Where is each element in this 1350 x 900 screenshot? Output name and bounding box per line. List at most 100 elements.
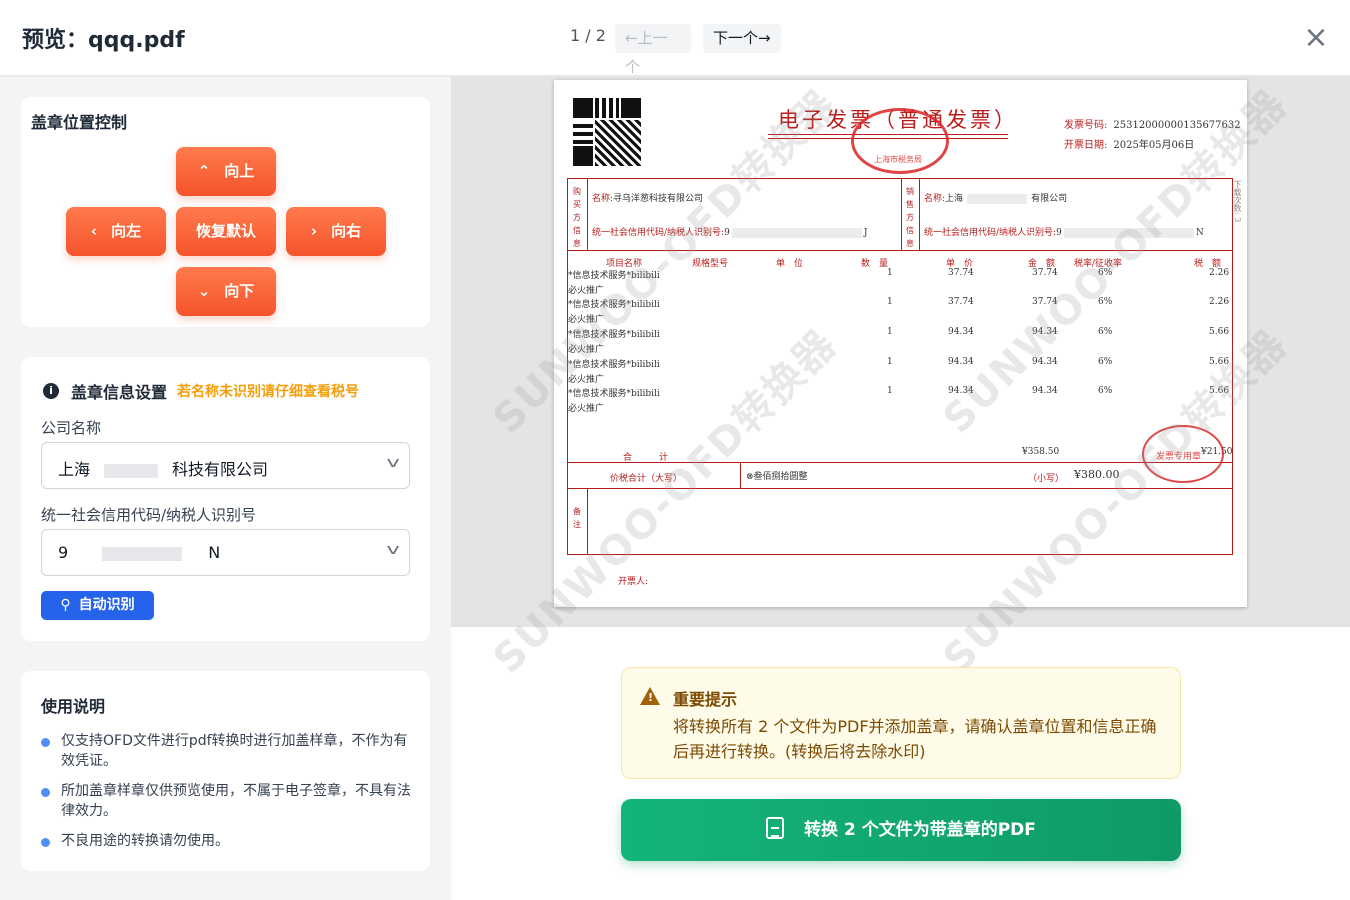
item-tax: 5.66 [1209,386,1230,396]
divider [568,462,1232,463]
remark-label: 备注 [573,507,581,529]
buyer-tax-id: 统一社会信用代码/纳税人识别号:9 J [592,225,867,238]
invoice-table: 购买方信息 名称:寻乌洋葱科技有限公司 统一社会信用代码/纳税人识别号:9 J 销… [567,178,1233,555]
tax-id-suffix: N [208,543,221,562]
usage-title: 使用说明 [41,697,106,716]
item-rate: 6% [1098,357,1113,367]
move-right-button[interactable]: › 向右 [286,207,386,256]
stamp-info-hint: 若名称未识别请仔细查看税号 [177,384,360,400]
redacted-block [967,193,1028,204]
tax-id-label: 统一社会信用代码/纳税人识别号 [41,506,257,524]
prev-button[interactable]: ←上一个 [615,24,691,76]
item-rate: 6% [1098,297,1113,307]
item-qty: 1 [887,357,893,367]
item-tax: 5.66 [1209,327,1230,337]
item-rate: 6% [1098,327,1113,337]
small-value-text: ¥380.00 [1074,468,1120,481]
company-name-prefix: 上海 [58,460,91,479]
auto-detect-label: 自动识别 [78,597,135,613]
item-row: *信息技术服务*bilibili 必火推广 [568,327,660,355]
small-value: ¥380.00 [1074,468,1120,481]
item-rate: 6% [1098,268,1113,278]
auto-detect-button[interactable]: ⚲ 自动识别 [41,591,154,620]
item-qty: 1 [887,297,893,307]
buyer-name-label: 名称: [592,194,614,204]
item-row: *信息技术服务*bilibili 必火推广 [568,357,660,385]
seller-name-start: 上海 [945,194,964,204]
convert-button[interactable]: 转换 2 个文件为带盖章的PDF [621,799,1181,861]
redacted-block [102,546,183,561]
move-up-button[interactable]: ⌃ 向上 [176,147,276,196]
seller-tax-id: 统一社会信用代码/纳税人识别号:9 N [924,225,1204,238]
seller-name-end: 有限公司 [1031,194,1068,204]
tax-id-prefix: 9 [58,543,69,562]
close-icon[interactable]: × [1302,23,1330,53]
seller-side-label: 销售方信息 [906,187,914,248]
item-price: 37.74 [948,268,974,278]
sum-label: 价税合计（大写） [610,474,683,484]
invoice-date-label: 开票日期: [1064,140,1108,151]
tax-id-select[interactable]: 9N v [41,529,410,576]
item-name-line2: 必火推广 [568,286,605,296]
reset-position-button[interactable]: 恢复默认 [176,207,276,256]
move-right-label: 向右 [331,222,362,240]
redacted-block [731,227,862,238]
chevron-right-icon: › [310,222,318,240]
item-name-line2: 必火推广 [568,375,605,385]
item-tax: 2.26 [1209,297,1230,307]
move-down-button[interactable]: ⌄ 向下 [176,267,276,316]
item-qty: 1 [887,386,893,396]
invoice-number-value: 25312000000135677632 [1113,120,1241,131]
item-name: *信息技术服务*bilibili [568,389,660,399]
col-spec: 规格型号 [692,259,729,269]
info-icon: i [43,383,59,399]
company-name-select[interactable]: 上海 科技有限公司 v [41,442,410,489]
item-amount: 37.74 [1032,268,1058,278]
company-name-suffix: 科技有限公司 [172,460,269,479]
dialog-title: 预览：qqq.pdf [22,28,185,53]
next-button[interactable]: 下一个→ [703,24,781,53]
search-icon: ⚲ [60,597,71,613]
item-rate: 6% [1098,386,1113,396]
important-notice: ! 重要提示 将转换所有 2 个文件为PDF并添加盖章，请确认盖章位置和信息正确… [621,667,1181,779]
item-name: *信息技术服务*bilibili [568,360,660,370]
buyer-side-label: 购买方信息 [573,187,581,248]
drawer-label: 开票人: [618,577,649,587]
reset-label: 恢复默认 [195,222,256,240]
move-up-label: 向上 [224,162,255,180]
item-price: 94.34 [948,357,974,367]
total-amount-value: ¥358.50 [1022,447,1060,457]
stamp-info-title: 盖章信息设置 [71,383,168,402]
redacted-block [1063,227,1194,238]
move-left-button[interactable]: ‹ 向左 [66,207,166,256]
item-price: 94.34 [948,327,974,337]
divider [740,462,741,488]
invoice-date-value: 2025年05月06日 [1113,140,1195,151]
item-qty: 1 [887,268,893,278]
document-icon [766,817,785,839]
seller-name-label: 名称: [924,194,946,204]
invoice-page: 电子发票（普通发票） 上海市税务局 发票号码: 25312000000135677… [554,80,1247,607]
convert-button-label: 转换 2 个文件为带盖章的PDF [804,820,1036,840]
item-row: *信息技术服务*bilibili 必火推广 [568,297,660,325]
item-name: *信息技术服务*bilibili [568,330,660,340]
sum-words: ⊗叁佰捌拾圆整 [746,469,808,482]
seller-tax-label: 统一社会信用代码/纳税人识别号: [924,228,1057,238]
item-price: 37.74 [948,297,974,307]
notice-title: 重要提示 [673,690,738,709]
divider [587,488,588,554]
position-control-title: 盖章位置控制 [31,113,128,132]
position-control-card: 盖章位置控制 ⌃ 向上 ‹ 向左 恢复默认 › 向右 ⌄ 向下 [21,97,430,327]
chevron-down-icon: v [386,542,400,558]
stamp-info-card: i 盖章信息设置 若名称未识别请仔细查看税号 公司名称 上海 科技有限公司 v 统… [21,357,430,641]
tax-id-value: 9N [58,543,220,562]
seal-text: 发票专用章 [1156,452,1202,462]
seller-tax-end: N [1195,228,1204,238]
chevron-down-icon: v [386,455,400,471]
item-price: 94.34 [948,386,974,396]
invoice-number: 发票号码: 25312000000135677632 [1064,116,1241,131]
small-label: （小写） [1028,474,1065,484]
party-row: 购买方信息 名称:寻乌洋葱科技有限公司 统一社会信用代码/纳税人识别号:9 J 销… [568,179,1232,251]
chevron-down-icon: ⌄ [197,282,211,300]
move-left-label: 向左 [111,222,142,240]
